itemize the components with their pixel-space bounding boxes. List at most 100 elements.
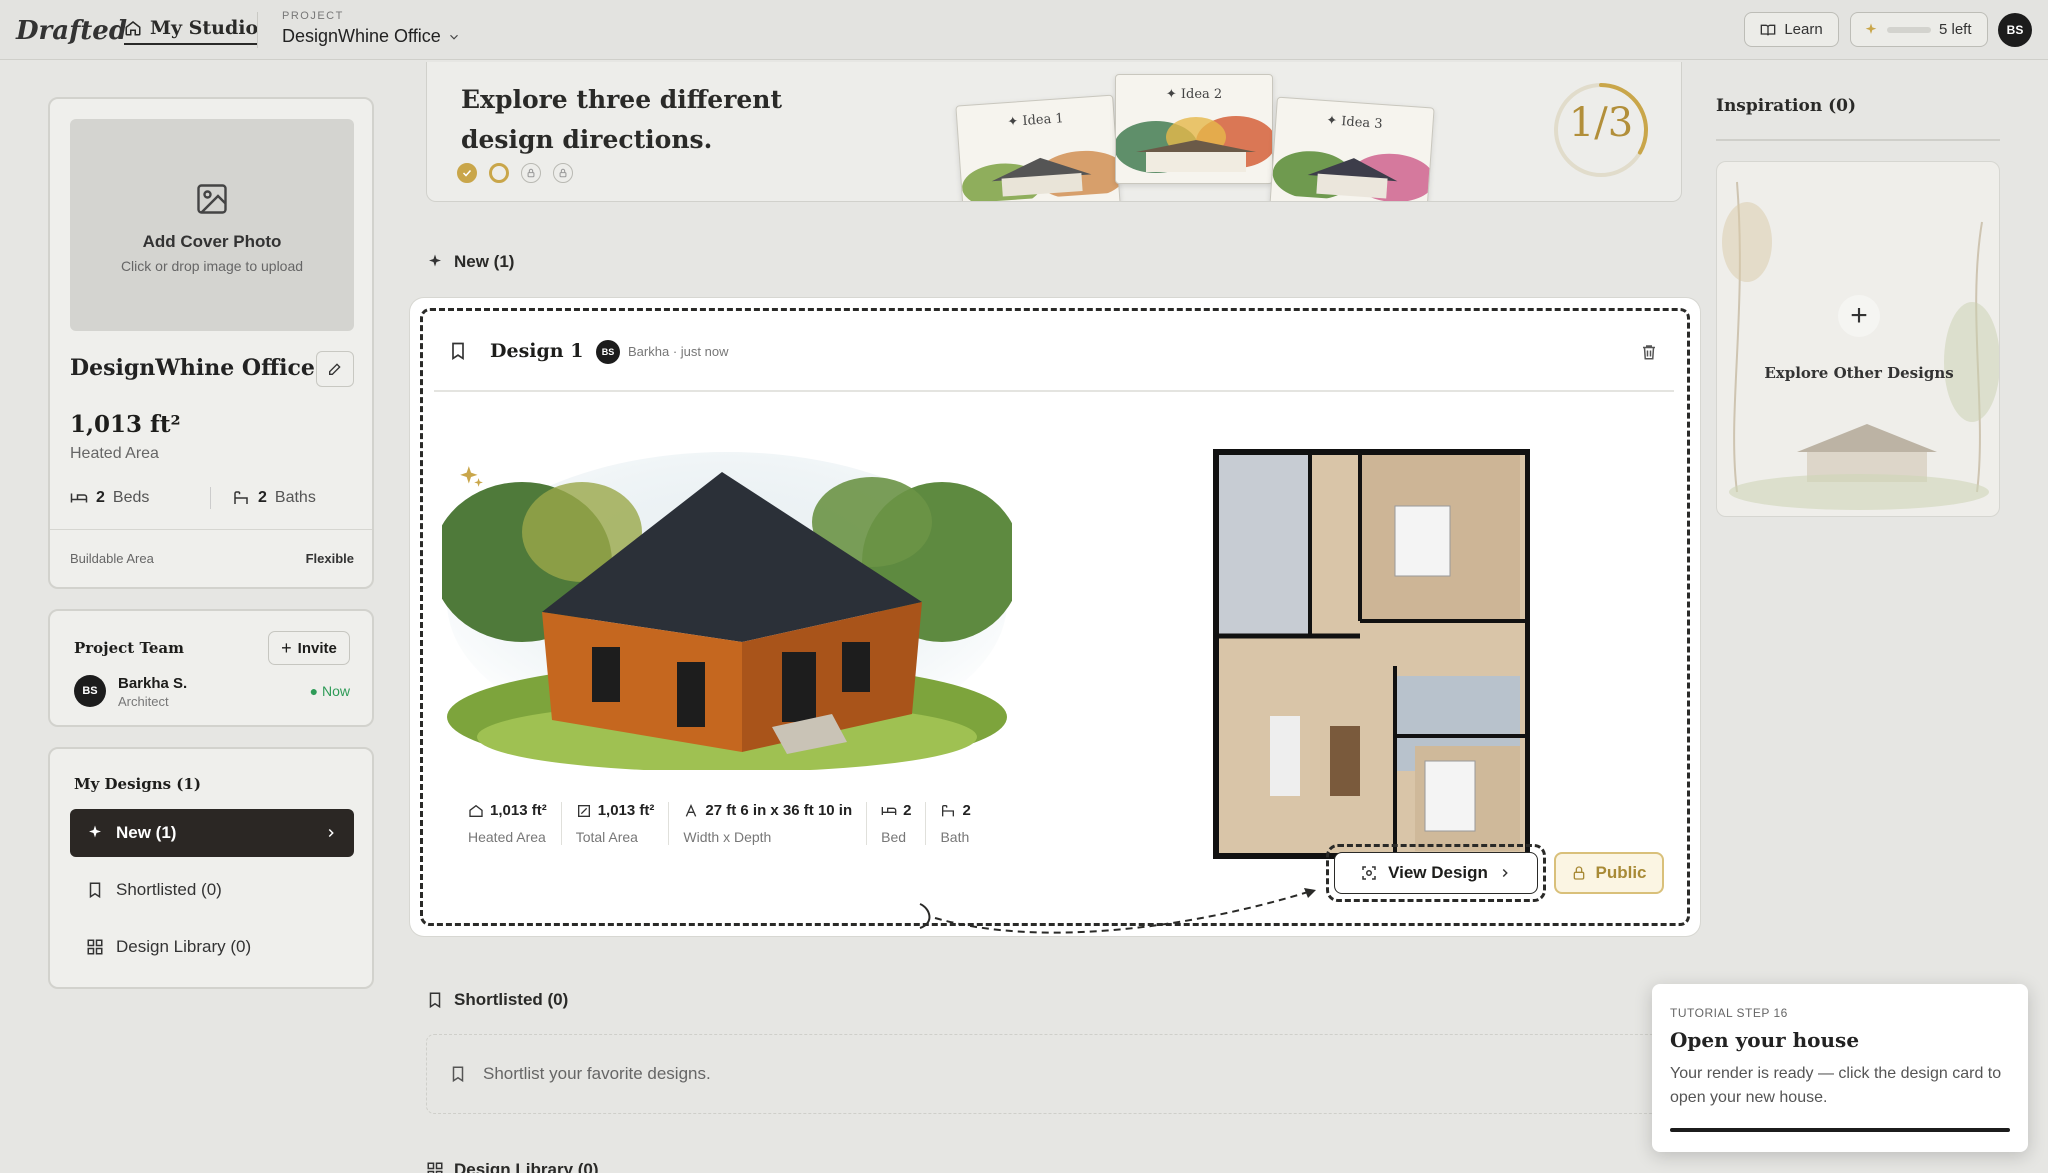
- logo[interactable]: Drafted: [16, 16, 127, 46]
- bed-icon: [70, 493, 88, 503]
- grid-icon: [427, 1162, 443, 1173]
- divider: [434, 390, 1674, 392]
- home-icon: [469, 804, 483, 817]
- section-new-label: New (1): [454, 252, 515, 271]
- buildable-area-value: Flexible: [305, 551, 354, 566]
- stat-dimensions: 27 ft 6 in x 36 ft 10 in Width x Depth: [668, 802, 866, 845]
- cover-title: Add Cover Photo: [142, 232, 282, 251]
- design-directions-banner: Explore three different design direction…: [426, 62, 1682, 202]
- bed-icon: [881, 806, 897, 815]
- pencil-icon: [329, 363, 341, 375]
- idea-card-3[interactable]: ✦ Idea 3: [1269, 96, 1435, 201]
- step-dot-locked: [521, 163, 541, 183]
- author-name: Barkha: [628, 344, 670, 359]
- credits-indicator[interactable]: 5 left: [1850, 12, 1988, 47]
- bookmark-icon: [89, 882, 101, 899]
- design-stats: 1,013 ft² Heated Area 1,013 ft² Total Ar…: [458, 802, 985, 845]
- project-info-card: Add Cover Photo Click or drop image to u…: [48, 97, 374, 589]
- user-avatar[interactable]: BS: [1998, 13, 2032, 47]
- member-name: Barkha S.: [118, 675, 188, 692]
- idea-house-thumbnail: [1272, 151, 1435, 201]
- project-title: DesignWhine Office: [70, 355, 315, 381]
- design-time: just now: [680, 344, 729, 359]
- my-studio-link[interactable]: My Studio: [124, 17, 259, 45]
- explore-designs-card[interactable]: + Explore Other Designs: [1716, 161, 2000, 517]
- cover-subtitle: Click or drop image to upload: [120, 258, 304, 274]
- sparkle-icon: [1865, 22, 1877, 34]
- inspiration-illustration: [1722, 181, 1999, 510]
- bookmark-icon: [429, 992, 441, 1009]
- member-avatar: BS: [74, 675, 106, 707]
- beds-info: 2 Beds: [70, 489, 149, 507]
- trash-icon[interactable]: [1640, 342, 1658, 362]
- view-design-label: View Design: [1388, 863, 1488, 882]
- sparkle-icon: [429, 254, 441, 267]
- tutorial-body: Your render is ready — click the design …: [1670, 1065, 2002, 1106]
- stat-value: 2: [962, 802, 971, 819]
- stat-value: 27 ft 6 in x 36 ft 10 in: [705, 802, 853, 819]
- edit-project-button[interactable]: [316, 351, 354, 387]
- invite-button[interactable]: + Invite: [268, 631, 350, 665]
- stat-bed: 2 Bed: [866, 802, 925, 845]
- learn-label: Learn: [1784, 21, 1823, 38]
- scan-icon: [1362, 866, 1376, 880]
- add-icon: +: [1838, 295, 1880, 337]
- tutorial-step: TUTORIAL STEP 16: [1670, 1006, 1788, 1020]
- bookmark-icon[interactable]: [448, 340, 468, 362]
- stat-label: Total Area: [575, 829, 638, 845]
- step-dot-locked: [553, 163, 573, 183]
- section-shortlisted-label: Shortlisted (0): [454, 990, 569, 1009]
- stat-value: 1,013 ft²: [597, 802, 655, 819]
- stat-value: 1,013 ft²: [490, 802, 547, 819]
- sparkle-icon: [89, 825, 101, 838]
- design-card[interactable]: Design 1 BS Barkha · just now 1,013 ft² …: [410, 298, 1700, 936]
- top-bar: Drafted My Studio PROJECT DesignWhine Of…: [0, 0, 2048, 60]
- tutorial-popover: TUTORIAL STEP 16 Open your house Your re…: [1652, 984, 2028, 1152]
- beds-label: Beds: [112, 489, 150, 506]
- author-meta: Barkha · just now: [628, 344, 729, 359]
- idea-card-1[interactable]: ✦ Idea 1: [955, 94, 1121, 201]
- lock-icon: [527, 168, 535, 178]
- view-design-button[interactable]: View Design: [1334, 852, 1538, 894]
- floor-plan: [1213, 449, 1530, 859]
- baths-label: Baths: [274, 489, 316, 506]
- invite-label: Invite: [297, 639, 337, 657]
- stat-total-area: 1,013 ft² Total Area: [560, 802, 669, 845]
- plus-icon: +: [281, 637, 292, 658]
- idea-card-2[interactable]: ✦ Idea 2: [1115, 74, 1273, 184]
- heated-area-label: Heated Area: [70, 445, 159, 462]
- section-library-heading: Design Library (0): [426, 1160, 599, 1173]
- bookmark-icon: [452, 1066, 464, 1083]
- credits-label: 5 left: [1939, 21, 1972, 38]
- project-selector[interactable]: DesignWhine Office: [282, 26, 461, 47]
- nav-new-designs[interactable]: New (1): [70, 809, 354, 857]
- banner-title-line1: Explore three different: [461, 85, 783, 114]
- stat-label: Bed: [881, 829, 907, 845]
- idea-house-thumbnail: [962, 150, 1121, 201]
- cover-photo-dropzone[interactable]: Add Cover Photo Click or drop image to u…: [70, 119, 354, 331]
- nav-new-label: New (1): [116, 823, 177, 842]
- tutorial-title: Open your house: [1670, 1028, 1860, 1052]
- banner-title: Explore three different design direction…: [461, 80, 782, 160]
- project-name: DesignWhine Office: [282, 26, 441, 46]
- home-icon: [125, 21, 141, 36]
- nav-library-label: Design Library (0): [116, 937, 252, 956]
- banner-title-line2: design directions.: [461, 125, 713, 154]
- stat-label: Width x Depth: [683, 829, 772, 845]
- my-designs-card: My Designs (1) New (1) Shortlisted (0) D…: [48, 747, 374, 989]
- idea-2-label: Idea 2: [1180, 87, 1223, 102]
- stat-value: 2: [903, 802, 912, 819]
- nav-shortlisted[interactable]: Shortlisted (0): [70, 866, 354, 914]
- section-shortlisted-heading: Shortlisted (0): [426, 990, 568, 1010]
- public-button[interactable]: Public: [1554, 852, 1664, 894]
- section-new-heading: New (1): [426, 252, 514, 272]
- buildable-area-label: Buildable Area: [70, 551, 154, 566]
- chevron-down-icon: [449, 34, 458, 40]
- author-avatar: BS: [596, 340, 620, 364]
- divider: [1716, 139, 2000, 141]
- project-team-card: Project Team + Invite BS Barkha S. Archi…: [48, 609, 374, 727]
- learn-button[interactable]: Learn: [1744, 12, 1839, 47]
- nav-design-library[interactable]: Design Library (0): [70, 923, 354, 971]
- project-label: PROJECT: [282, 10, 344, 22]
- chevron-right-icon: [328, 828, 334, 838]
